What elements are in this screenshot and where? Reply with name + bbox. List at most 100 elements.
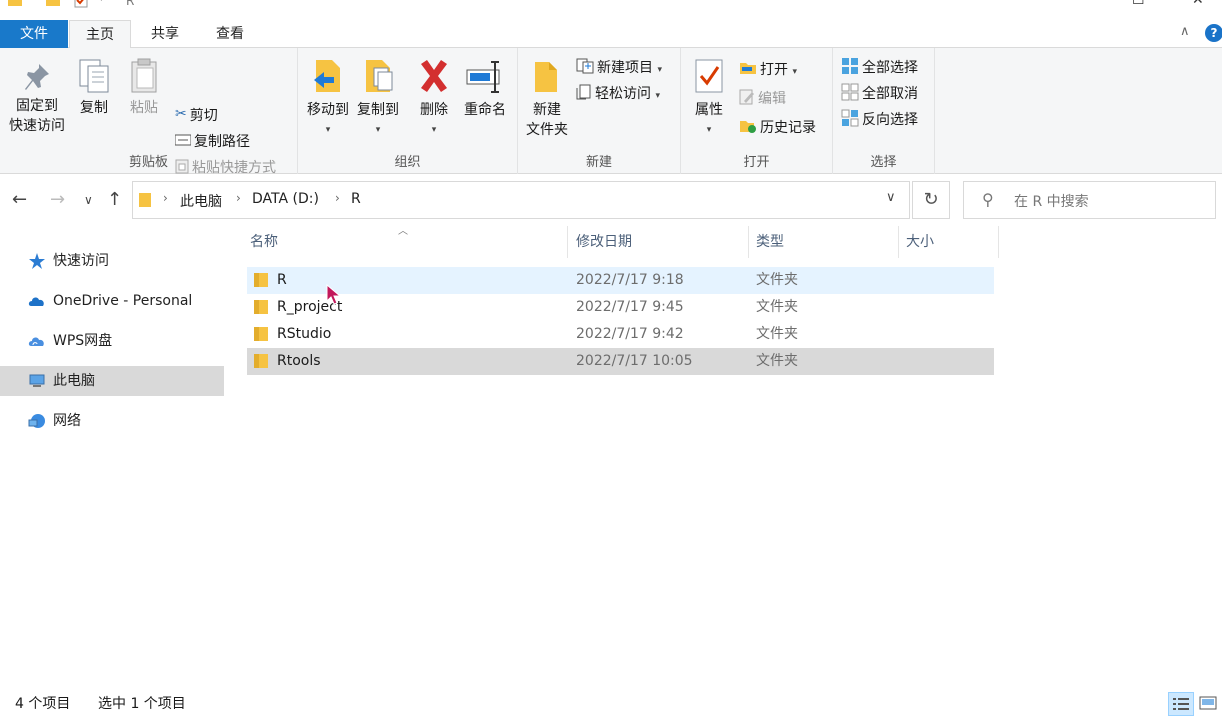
collapse-ribbon-icon[interactable]: ∧ — [1180, 24, 1190, 39]
search-placeholder: 在 R 中搜索 — [1014, 194, 1089, 210]
rename-button[interactable]: 重命名 — [460, 58, 510, 120]
copy-to-button[interactable]: 复制到 ▾ — [354, 58, 402, 140]
organize-group-label: 组织 — [394, 155, 421, 170]
recent-locations-chevron-icon[interactable]: ∨ — [84, 193, 93, 207]
copy-button[interactable]: 复制 — [74, 58, 114, 118]
breadcrumb-r[interactable]: R — [351, 191, 361, 207]
invert-selection-label: 反向选择 — [862, 112, 918, 128]
new-item-label: 新建项目 — [597, 60, 653, 76]
breadcrumb-separator-icon[interactable]: › — [236, 191, 241, 205]
column-header-size[interactable]: 大小 — [902, 226, 999, 258]
tab-share[interactable]: 共享 — [135, 20, 195, 48]
file-type: 文件夹 — [756, 272, 798, 288]
sort-ascending-icon: ︿ — [398, 226, 408, 237]
address-bar[interactable]: › 此电脑 › DATA (D:) › R ∨ — [132, 181, 910, 219]
nav-item-quick-access[interactable]: 快速访问 — [0, 246, 224, 276]
quick-access-folder-icon[interactable] — [46, 0, 60, 8]
nav-item-network[interactable]: 网络 — [0, 406, 224, 436]
file-name: Rtools — [277, 353, 321, 369]
tab-file[interactable]: 文件 — [0, 20, 68, 48]
onedrive-cloud-icon — [28, 297, 44, 306]
customize-toolbar-icon[interactable]: ▾ — [99, 0, 104, 8]
select-none-icon — [841, 83, 859, 101]
tab-view[interactable]: 查看 — [200, 20, 260, 48]
address-history-chevron-icon[interactable]: ∨ — [886, 190, 896, 205]
nav-label: 快速访问 — [53, 253, 109, 269]
ribbon-tabs: 文件 主页 共享 查看 ∧ ? — [0, 20, 1222, 49]
clipboard-group: 固定到 快速访问 复制 粘贴 ✂ 剪切 复制路径 粘贴快捷方式 剪贴板 — [0, 48, 298, 176]
folder-icon — [254, 300, 268, 314]
column-header-type[interactable]: 类型 — [752, 226, 899, 258]
paste-button[interactable]: 粘贴 — [124, 58, 164, 118]
nav-item-onedrive[interactable]: OneDrive - Personal — [0, 286, 224, 316]
help-icon[interactable]: ? — [1205, 24, 1222, 42]
new-item-dropdown-icon: ▾ — [657, 65, 662, 75]
breadcrumb-separator-icon[interactable]: › — [335, 191, 340, 205]
history-button[interactable]: 历史记录 — [739, 117, 816, 139]
this-pc-icon — [29, 374, 45, 387]
paste-icon — [131, 58, 157, 93]
edit-button[interactable]: 编辑 — [739, 88, 786, 110]
pin-label-2: 快速访问 — [9, 118, 65, 134]
pin-icon — [25, 64, 49, 90]
nav-label: 网络 — [53, 413, 81, 429]
refresh-icon: ↻ — [923, 189, 939, 210]
file-name: RStudio — [277, 326, 332, 342]
forward-arrow-icon[interactable]: → — [50, 189, 65, 210]
column-header-date[interactable]: 修改日期 — [572, 226, 749, 258]
easy-access-dropdown-icon: ▾ — [655, 91, 660, 101]
new-folder-label-1: 新建 — [533, 102, 561, 118]
file-date: 2022/7/17 10:05 — [576, 353, 693, 369]
open-label: 打开 — [760, 62, 788, 78]
up-arrow-icon[interactable]: ↑ — [107, 189, 122, 210]
search-icon: ⚲ — [982, 190, 994, 209]
paste-label: 粘贴 — [130, 100, 158, 116]
open-dropdown-icon: ▾ — [792, 67, 797, 77]
new-folder-button[interactable]: 新建 文件夹 — [522, 58, 572, 140]
table-row[interactable]: Rtools 2022/7/17 10:05 文件夹 — [247, 348, 994, 375]
breadcrumb-this-pc[interactable]: 此电脑 — [180, 191, 222, 211]
star-icon — [29, 253, 45, 269]
back-arrow-icon[interactable]: ← — [12, 189, 27, 210]
open-group-label: 打开 — [743, 155, 770, 170]
easy-access-button[interactable]: 轻松访问 ▾ — [576, 83, 660, 105]
new-group-label: 新建 — [585, 155, 612, 170]
move-to-button[interactable]: 移动到 ▾ — [304, 58, 352, 140]
breadcrumb-data-drive[interactable]: DATA (D:) — [252, 191, 319, 207]
new-folder-label-2: 文件夹 — [526, 122, 568, 138]
select-all-button[interactable]: 全部选择 — [841, 57, 918, 79]
status-bar: 4 个项目 选中 1 个项目 — [0, 690, 1222, 718]
properties-check-icon[interactable] — [74, 0, 88, 8]
properties-button[interactable]: 属性 ▾ — [687, 58, 731, 140]
table-row[interactable]: R 2022/7/17 9:18 文件夹 — [247, 267, 994, 294]
tab-home[interactable]: 主页 — [69, 20, 131, 49]
details-view-button[interactable] — [1168, 692, 1194, 716]
new-item-button[interactable]: 新建项目 ▾ — [576, 57, 662, 79]
history-icon — [740, 121, 756, 133]
invert-selection-button[interactable]: 反向选择 — [841, 109, 918, 131]
pin-quick-access-button[interactable]: 固定到 快速访问 — [4, 62, 70, 136]
new-folder-icon — [535, 62, 557, 92]
navigation-pane: 快速访问 OneDrive - Personal WPS网盘 此电脑 网络 — [0, 226, 230, 686]
refresh-button[interactable]: ↻ — [912, 181, 950, 219]
delete-button[interactable]: 删除 ▾ — [414, 58, 454, 140]
nav-item-wps-cloud[interactable]: WPS网盘 — [0, 326, 224, 356]
search-box[interactable]: ⚲ 在 R 中搜索 — [963, 181, 1216, 219]
close-window-icon[interactable]: ✕ — [1192, 0, 1204, 8]
copy-to-label: 复制到 — [357, 102, 399, 118]
table-row[interactable]: RStudio 2022/7/17 9:42 文件夹 — [247, 321, 994, 348]
easy-access-icon — [576, 84, 591, 100]
maximize-icon[interactable]: ☐ — [1132, 0, 1145, 8]
cut-button[interactable]: ✂ 剪切 — [175, 105, 218, 127]
nav-label: 此电脑 — [53, 373, 95, 389]
large-icons-view-button[interactable] — [1196, 692, 1222, 716]
open-button[interactable]: 打开 ▾ — [739, 59, 797, 81]
select-none-button[interactable]: 全部取消 — [841, 83, 918, 105]
clipboard-group-label: 剪贴板 — [128, 155, 168, 170]
table-row[interactable]: R_project 2022/7/17 9:45 文件夹 — [247, 294, 994, 321]
folder-icon — [254, 327, 268, 341]
file-name: R — [277, 272, 287, 288]
nav-item-this-pc[interactable]: 此电脑 — [0, 366, 224, 396]
breadcrumb-separator-icon[interactable]: › — [163, 191, 168, 205]
copy-path-button[interactable]: 复制路径 — [175, 131, 250, 153]
